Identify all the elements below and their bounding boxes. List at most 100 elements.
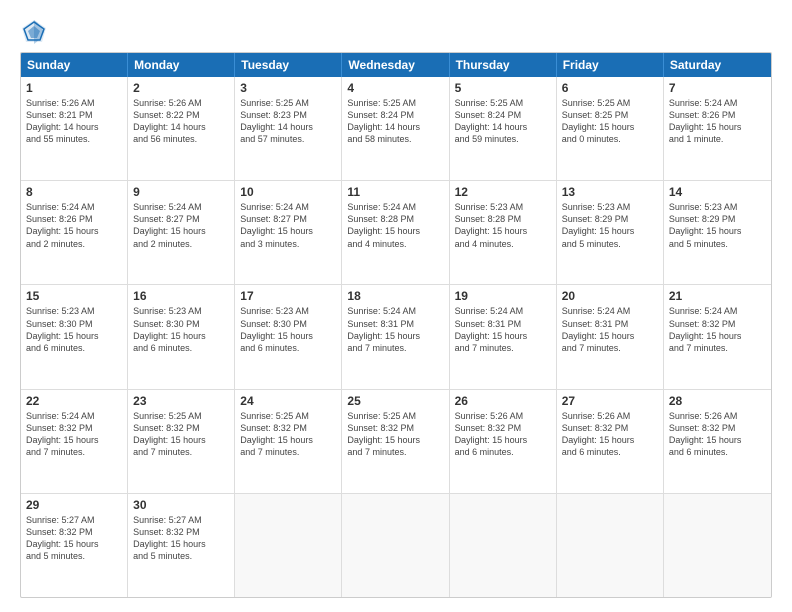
day-number: 9 [133, 185, 229, 199]
calendar-empty-cell [557, 494, 664, 597]
day-info: Sunrise: 5:23 AMSunset: 8:29 PMDaylight:… [562, 201, 658, 250]
calendar-day-20: 20 Sunrise: 5:24 AMSunset: 8:31 PMDayligh… [557, 285, 664, 388]
calendar-day-23: 23 Sunrise: 5:25 AMSunset: 8:32 PMDayligh… [128, 390, 235, 493]
day-info: Sunrise: 5:24 AMSunset: 8:27 PMDaylight:… [133, 201, 229, 250]
day-info: Sunrise: 5:23 AMSunset: 8:29 PMDaylight:… [669, 201, 766, 250]
day-info: Sunrise: 5:24 AMSunset: 8:31 PMDaylight:… [455, 305, 551, 354]
day-number: 29 [26, 498, 122, 512]
day-number: 7 [669, 81, 766, 95]
day-number: 8 [26, 185, 122, 199]
day-info: Sunrise: 5:24 AMSunset: 8:32 PMDaylight:… [26, 410, 122, 459]
calendar-day-9: 9 Sunrise: 5:24 AMSunset: 8:27 PMDaylight… [128, 181, 235, 284]
day-number: 19 [455, 289, 551, 303]
calendar-day-14: 14 Sunrise: 5:23 AMSunset: 8:29 PMDayligh… [664, 181, 771, 284]
day-number: 23 [133, 394, 229, 408]
day-info: Sunrise: 5:24 AMSunset: 8:32 PMDaylight:… [669, 305, 766, 354]
header-day-monday: Monday [128, 53, 235, 77]
day-info: Sunrise: 5:26 AMSunset: 8:21 PMDaylight:… [26, 97, 122, 146]
day-number: 16 [133, 289, 229, 303]
calendar-day-11: 11Sunrise: 5:24 AMSunset: 8:28 PMDayligh… [342, 181, 449, 284]
calendar-day-8: 8 Sunrise: 5:24 AMSunset: 8:26 PMDaylight… [21, 181, 128, 284]
calendar-day-1: 1 Sunrise: 5:26 AMSunset: 8:21 PMDaylight… [21, 77, 128, 180]
day-info: Sunrise: 5:25 AMSunset: 8:24 PMDaylight:… [455, 97, 551, 146]
day-info: Sunrise: 5:25 AMSunset: 8:32 PMDaylight:… [347, 410, 443, 459]
calendar: SundayMondayTuesdayWednesdayThursdayFrid… [20, 52, 772, 598]
day-info: Sunrise: 5:23 AMSunset: 8:30 PMDaylight:… [133, 305, 229, 354]
day-info: Sunrise: 5:24 AMSunset: 8:26 PMDaylight:… [26, 201, 122, 250]
calendar-empty-cell [342, 494, 449, 597]
header-day-sunday: Sunday [21, 53, 128, 77]
day-info: Sunrise: 5:25 AMSunset: 8:23 PMDaylight:… [240, 97, 336, 146]
day-info: Sunrise: 5:25 AMSunset: 8:24 PMDaylight:… [347, 97, 443, 146]
calendar-empty-cell [664, 494, 771, 597]
calendar-day-30: 30 Sunrise: 5:27 AMSunset: 8:32 PMDayligh… [128, 494, 235, 597]
day-number: 26 [455, 394, 551, 408]
day-number: 27 [562, 394, 658, 408]
calendar-day-10: 10Sunrise: 5:24 AMSunset: 8:27 PMDayligh… [235, 181, 342, 284]
calendar-day-7: 7 Sunrise: 5:24 AMSunset: 8:26 PMDaylight… [664, 77, 771, 180]
calendar-day-27: 27 Sunrise: 5:26 AMSunset: 8:32 PMDayligh… [557, 390, 664, 493]
calendar-day-15: 15Sunrise: 5:23 AMSunset: 8:30 PMDayligh… [21, 285, 128, 388]
calendar-body: 1 Sunrise: 5:26 AMSunset: 8:21 PMDaylight… [21, 77, 771, 597]
day-info: Sunrise: 5:25 AMSunset: 8:32 PMDaylight:… [133, 410, 229, 459]
day-info: Sunrise: 5:24 AMSunset: 8:28 PMDaylight:… [347, 201, 443, 250]
day-number: 25 [347, 394, 443, 408]
day-number: 12 [455, 185, 551, 199]
day-info: Sunrise: 5:24 AMSunset: 8:31 PMDaylight:… [347, 305, 443, 354]
day-number: 14 [669, 185, 766, 199]
day-info: Sunrise: 5:23 AMSunset: 8:30 PMDaylight:… [240, 305, 336, 354]
logo [20, 18, 50, 46]
day-number: 3 [240, 81, 336, 95]
day-number: 24 [240, 394, 336, 408]
day-info: Sunrise: 5:27 AMSunset: 8:32 PMDaylight:… [133, 514, 229, 563]
calendar-day-22: 22Sunrise: 5:24 AMSunset: 8:32 PMDayligh… [21, 390, 128, 493]
day-info: Sunrise: 5:26 AMSunset: 8:22 PMDaylight:… [133, 97, 229, 146]
day-number: 30 [133, 498, 229, 512]
calendar-day-21: 21 Sunrise: 5:24 AMSunset: 8:32 PMDayligh… [664, 285, 771, 388]
calendar-day-17: 17Sunrise: 5:23 AMSunset: 8:30 PMDayligh… [235, 285, 342, 388]
header-day-thursday: Thursday [450, 53, 557, 77]
day-info: Sunrise: 5:26 AMSunset: 8:32 PMDaylight:… [669, 410, 766, 459]
day-number: 13 [562, 185, 658, 199]
day-info: Sunrise: 5:24 AMSunset: 8:26 PMDaylight:… [669, 97, 766, 146]
calendar-day-24: 24 Sunrise: 5:25 AMSunset: 8:32 PMDayligh… [235, 390, 342, 493]
calendar-day-26: 26 Sunrise: 5:26 AMSunset: 8:32 PMDayligh… [450, 390, 557, 493]
calendar-week-5: 29 Sunrise: 5:27 AMSunset: 8:32 PMDayligh… [21, 494, 771, 597]
day-number: 5 [455, 81, 551, 95]
calendar-empty-cell [235, 494, 342, 597]
calendar-header: SundayMondayTuesdayWednesdayThursdayFrid… [21, 53, 771, 77]
calendar-week-3: 15Sunrise: 5:23 AMSunset: 8:30 PMDayligh… [21, 285, 771, 389]
day-info: Sunrise: 5:24 AMSunset: 8:31 PMDaylight:… [562, 305, 658, 354]
day-info: Sunrise: 5:23 AMSunset: 8:28 PMDaylight:… [455, 201, 551, 250]
calendar-day-19: 19 Sunrise: 5:24 AMSunset: 8:31 PMDayligh… [450, 285, 557, 388]
day-number: 1 [26, 81, 122, 95]
page: SundayMondayTuesdayWednesdayThursdayFrid… [0, 0, 792, 612]
day-number: 28 [669, 394, 766, 408]
day-info: Sunrise: 5:27 AMSunset: 8:32 PMDaylight:… [26, 514, 122, 563]
calendar-empty-cell [450, 494, 557, 597]
calendar-day-3: 3 Sunrise: 5:25 AMSunset: 8:23 PMDaylight… [235, 77, 342, 180]
day-info: Sunrise: 5:24 AMSunset: 8:27 PMDaylight:… [240, 201, 336, 250]
day-info: Sunrise: 5:25 AMSunset: 8:32 PMDaylight:… [240, 410, 336, 459]
header-day-wednesday: Wednesday [342, 53, 449, 77]
day-number: 20 [562, 289, 658, 303]
header-day-tuesday: Tuesday [235, 53, 342, 77]
calendar-day-28: 28 Sunrise: 5:26 AMSunset: 8:32 PMDayligh… [664, 390, 771, 493]
day-info: Sunrise: 5:23 AMSunset: 8:30 PMDaylight:… [26, 305, 122, 354]
calendar-week-2: 8 Sunrise: 5:24 AMSunset: 8:26 PMDaylight… [21, 181, 771, 285]
day-info: Sunrise: 5:26 AMSunset: 8:32 PMDaylight:… [455, 410, 551, 459]
calendar-day-29: 29 Sunrise: 5:27 AMSunset: 8:32 PMDayligh… [21, 494, 128, 597]
day-info: Sunrise: 5:26 AMSunset: 8:32 PMDaylight:… [562, 410, 658, 459]
calendar-day-2: 2 Sunrise: 5:26 AMSunset: 8:22 PMDaylight… [128, 77, 235, 180]
day-info: Sunrise: 5:25 AMSunset: 8:25 PMDaylight:… [562, 97, 658, 146]
calendar-week-1: 1 Sunrise: 5:26 AMSunset: 8:21 PMDaylight… [21, 77, 771, 181]
calendar-day-18: 18Sunrise: 5:24 AMSunset: 8:31 PMDayligh… [342, 285, 449, 388]
calendar-week-4: 22Sunrise: 5:24 AMSunset: 8:32 PMDayligh… [21, 390, 771, 494]
day-number: 4 [347, 81, 443, 95]
day-number: 21 [669, 289, 766, 303]
day-number: 6 [562, 81, 658, 95]
day-number: 2 [133, 81, 229, 95]
calendar-day-13: 13 Sunrise: 5:23 AMSunset: 8:29 PMDayligh… [557, 181, 664, 284]
header-day-saturday: Saturday [664, 53, 771, 77]
logo-icon [20, 18, 48, 46]
